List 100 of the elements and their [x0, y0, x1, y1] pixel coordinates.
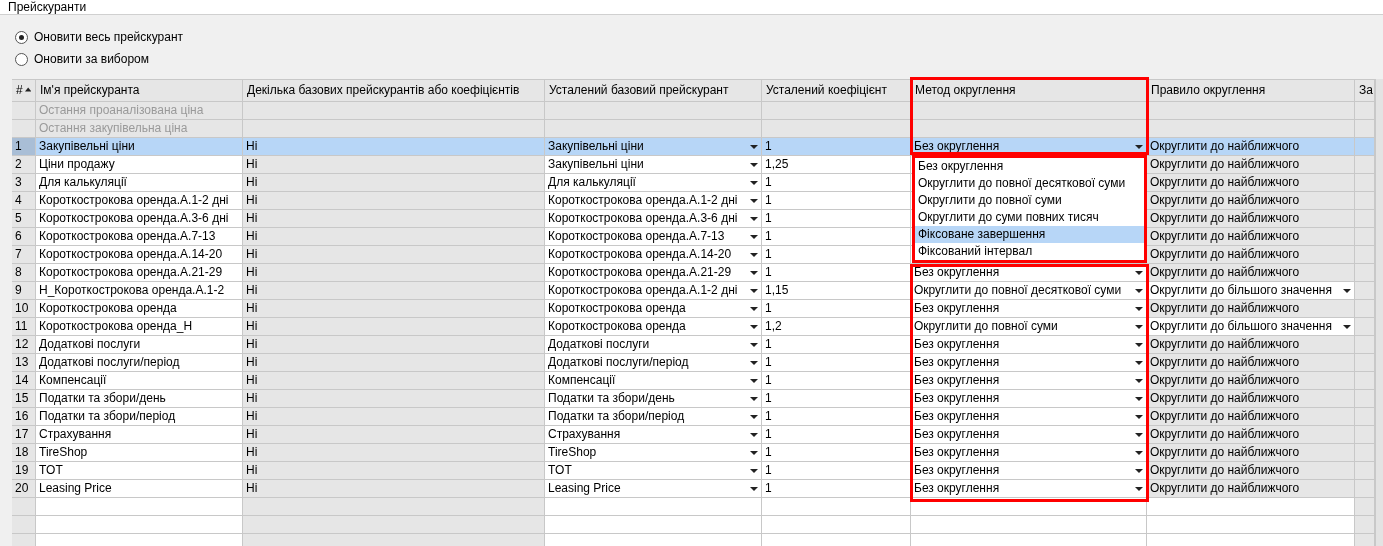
- table-cell: 1: [762, 264, 911, 282]
- combo-box[interactable]: Без округлення: [911, 390, 1147, 408]
- caret-icon: [1135, 324, 1143, 329]
- row-number[interactable]: 14: [12, 372, 36, 390]
- combo-box[interactable]: Без округлення: [911, 354, 1147, 372]
- table-cell: Н_Короткострокова оренда.А.1-2: [36, 282, 243, 300]
- row-number[interactable]: 18: [12, 444, 36, 462]
- table-cell: 1: [762, 192, 911, 210]
- table-cell: Ні: [243, 246, 545, 264]
- combo-box[interactable]: Закупівельні ціни: [545, 156, 762, 174]
- combo-box[interactable]: Додаткові послуги/період: [545, 354, 762, 372]
- caret-icon: [750, 396, 758, 401]
- table-cell: 1: [762, 246, 911, 264]
- combo-box[interactable]: TireShop: [545, 444, 762, 462]
- table-cell: Ні: [243, 318, 545, 336]
- row-number[interactable]: 3: [12, 174, 36, 192]
- row-number[interactable]: 10: [12, 300, 36, 318]
- table-cell: Короткострокова оренда: [36, 300, 243, 318]
- table-cell: Округлити до найближчого: [1147, 192, 1355, 210]
- row-number[interactable]: 19: [12, 462, 36, 480]
- combo-box[interactable]: Короткострокова оренда.А.21-29: [545, 264, 762, 282]
- combo-box[interactable]: Для калькуляції: [545, 174, 762, 192]
- table-cell: Ні: [243, 408, 545, 426]
- caret-icon: [1135, 378, 1143, 383]
- combo-box[interactable]: Короткострокова оренда.А.1-2 дні: [545, 282, 762, 300]
- table-cell: Ні: [243, 174, 545, 192]
- caret-icon: [1135, 468, 1143, 473]
- row-number[interactable]: 12: [12, 336, 36, 354]
- combo-box[interactable]: TOT: [545, 462, 762, 480]
- row-number[interactable]: 9: [12, 282, 36, 300]
- caret-icon: [750, 270, 758, 275]
- table-cell: 1: [762, 408, 911, 426]
- combo-box[interactable]: Без округлення: [911, 480, 1147, 498]
- table-cell: Короткострокова оренда.А.1-2 дні: [36, 192, 243, 210]
- caret-icon: [750, 378, 758, 383]
- combo-box[interactable]: Податки та збори/день: [545, 390, 762, 408]
- radio-button[interactable]: [15, 30, 28, 44]
- radio-button[interactable]: [15, 52, 28, 66]
- combo-box[interactable]: Компенсації: [545, 372, 762, 390]
- row-number[interactable]: 15: [12, 390, 36, 408]
- table-cell: Короткострокова оренда_Н: [36, 318, 243, 336]
- sort-up-icon: [24, 87, 31, 92]
- caret-icon: [750, 432, 758, 437]
- combo-box[interactable]: Без округлення: [911, 462, 1147, 480]
- combo-box[interactable]: Закупівельні ціни: [545, 138, 762, 156]
- window-title: Прейскуранти: [8, 0, 87, 14]
- combo-box[interactable]: Без округлення: [911, 426, 1147, 444]
- combo-box[interactable]: Короткострокова оренда.А.3-6 дні: [545, 210, 762, 228]
- combo-box[interactable]: Без округлення: [911, 336, 1147, 354]
- combo-box[interactable]: Короткострокова оренда.А.7-13: [545, 228, 762, 246]
- combo-box[interactable]: Без округлення: [911, 408, 1147, 426]
- row-number[interactable]: 2: [12, 156, 36, 174]
- table-cell: Округлити до найближчого: [1147, 444, 1355, 462]
- table-cell: Ні: [243, 210, 545, 228]
- table-cell: Округлити до найближчого: [1147, 390, 1355, 408]
- combo-box[interactable]: Округлити до більшого значення: [1147, 318, 1355, 336]
- table-cell: Ні: [243, 138, 545, 156]
- combo-box[interactable]: Без округлення: [911, 444, 1147, 462]
- dropdown-option[interactable]: Фіксоване завершення: [915, 226, 1144, 243]
- row-number[interactable]: 4: [12, 192, 36, 210]
- combo-box[interactable]: Податки та збори/період: [545, 408, 762, 426]
- combo-box[interactable]: Страхування: [545, 426, 762, 444]
- row-number[interactable]: 7: [12, 246, 36, 264]
- table-cell: Округлити до найближчого: [1147, 408, 1355, 426]
- combo-box[interactable]: Без округлення: [911, 372, 1147, 390]
- table-cell: Округлити до найближчого: [1147, 426, 1355, 444]
- table-cell: 1,25: [762, 156, 911, 174]
- table-cell: 1: [762, 210, 911, 228]
- row-number[interactable]: 1: [12, 138, 36, 156]
- row-number[interactable]: 6: [12, 228, 36, 246]
- combo-box[interactable]: Короткострокова оренда: [545, 300, 762, 318]
- row-number[interactable]: 16: [12, 408, 36, 426]
- caret-icon: [1135, 432, 1143, 437]
- combo-box[interactable]: Короткострокова оренда.А.1-2 дні: [545, 192, 762, 210]
- row-number[interactable]: 17: [12, 426, 36, 444]
- row-number[interactable]: 11: [12, 318, 36, 336]
- combo-box[interactable]: Короткострокова оренда.А.14-20: [545, 246, 762, 264]
- caret-icon: [1135, 486, 1143, 491]
- row-number[interactable]: 5: [12, 210, 36, 228]
- caret-icon: [1343, 288, 1351, 293]
- caret-icon: [1135, 360, 1143, 365]
- caret-icon: [750, 162, 758, 167]
- row-number[interactable]: 20: [12, 480, 36, 498]
- table-cell: Округлити до найближчого: [1147, 210, 1355, 228]
- combo-box[interactable]: Без округлення: [911, 300, 1147, 318]
- table-cell: Округлити до найближчого: [1147, 156, 1355, 174]
- table-cell: Податки та збори/період: [36, 408, 243, 426]
- combo-box[interactable]: Округлити до повної суми: [911, 318, 1147, 336]
- combo-box[interactable]: Округлити до повної десяткової суми: [911, 282, 1147, 300]
- combo-box[interactable]: Округлити до більшого значення: [1147, 282, 1355, 300]
- row-number[interactable]: 8: [12, 264, 36, 282]
- caret-icon: [1135, 288, 1143, 293]
- table-cell: 1,15: [762, 282, 911, 300]
- combo-box[interactable]: Додаткові послуги: [545, 336, 762, 354]
- caret-icon: [1343, 324, 1351, 329]
- combo-box[interactable]: Короткострокова оренда: [545, 318, 762, 336]
- caret-icon: [750, 486, 758, 491]
- table-cell: Округлити до найближчого: [1147, 228, 1355, 246]
- row-number[interactable]: 13: [12, 354, 36, 372]
- combo-box[interactable]: Leasing Price: [545, 480, 762, 498]
